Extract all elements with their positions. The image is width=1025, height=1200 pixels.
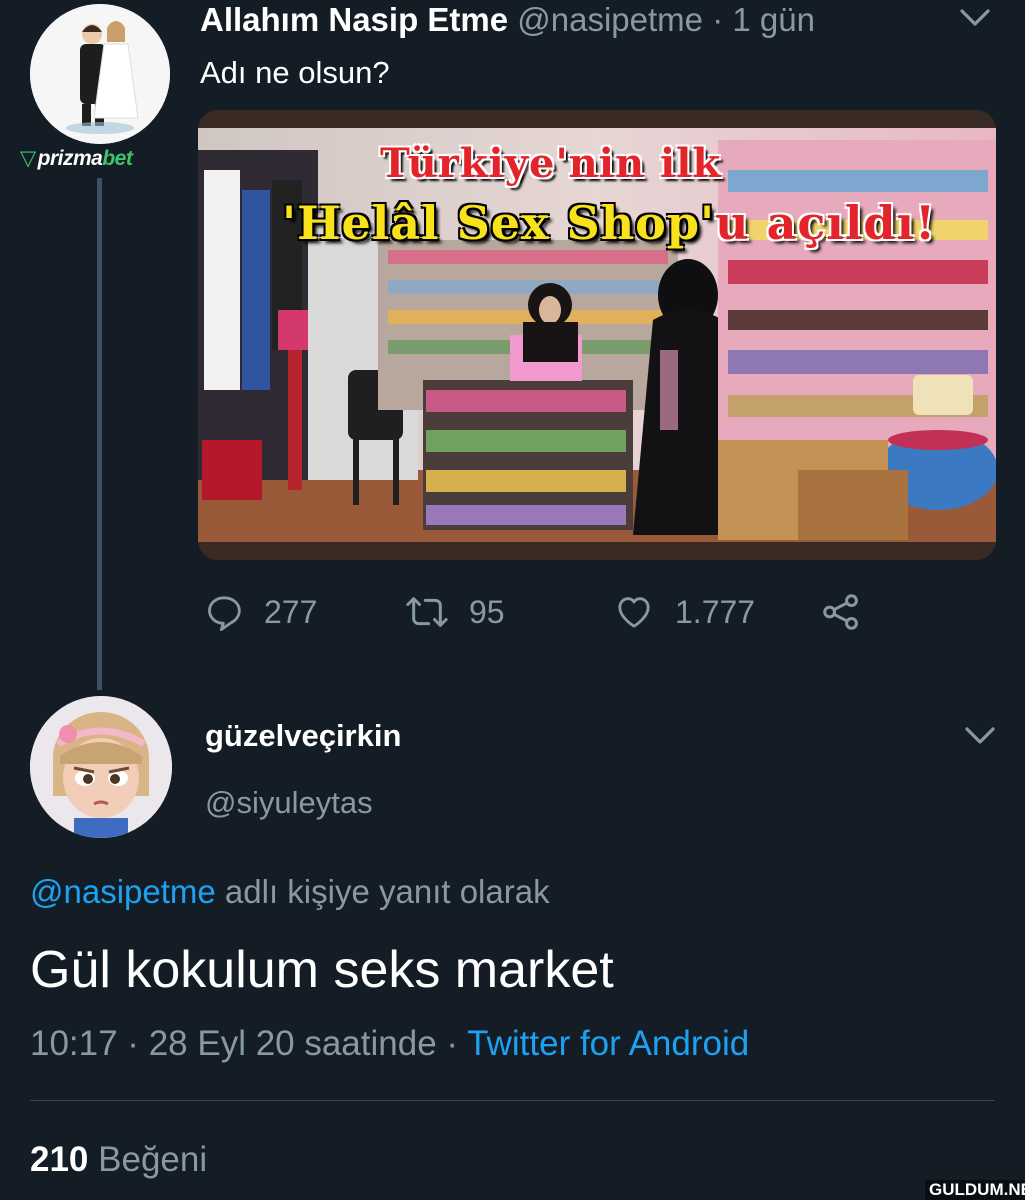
like-button[interactable]: 1.777 xyxy=(613,590,755,634)
chevron-down-icon xyxy=(965,727,995,744)
reply-to-mention-link[interactable]: @nasipetme xyxy=(30,873,216,910)
reply-metadata: 10:17 · 28 Eyl 20 saatinde · Twitter for… xyxy=(30,1024,749,1064)
media-headline-line2-b: u açıldı! xyxy=(715,196,937,250)
logo-triangle-icon: ▽ xyxy=(20,147,36,170)
logo-text-part2: bet xyxy=(102,147,133,170)
reply-icon xyxy=(208,596,241,631)
reply-author-name[interactable]: güzelveçirkin xyxy=(205,718,401,754)
reply-to-suffix: adlı kişiye yanıt olarak xyxy=(215,873,550,910)
tweet-menu-button[interactable] xyxy=(958,6,992,30)
like-count: 1.777 xyxy=(675,593,756,630)
reply-menu-button[interactable] xyxy=(963,724,997,748)
thread-connector-line xyxy=(97,178,102,690)
tweet-header: Allahım Nasip Etme @nasipetme · 1 gün xyxy=(200,0,815,40)
logo-text-part1: prizma xyxy=(37,147,103,170)
retweet-count: 95 xyxy=(469,593,505,630)
reply-likes-count: 210 xyxy=(30,1140,89,1179)
share-button[interactable] xyxy=(820,590,882,634)
reply-author-handle[interactable]: @siyuleytas xyxy=(205,785,373,821)
media-headline-line2: 'Helâl Sex Shop'u açıldı! xyxy=(282,196,936,250)
divider xyxy=(30,1100,995,1101)
retweet-icon xyxy=(406,597,448,627)
retweet-button[interactable]: 95 xyxy=(405,590,505,634)
reply-likes-label: Beğeni xyxy=(88,1140,208,1179)
author-handle[interactable]: @nasipetme xyxy=(517,1,703,38)
reply-button[interactable]: 277 xyxy=(204,590,317,634)
reply-text: Gül kokulum seks market xyxy=(30,941,614,999)
reply-timestamp[interactable]: 10:17 · 28 Eyl 20 saatinde · xyxy=(30,1024,467,1063)
tweet-text: Adı ne olsun? xyxy=(200,55,390,90)
chevron-down-icon xyxy=(960,9,990,26)
reply-count: 277 xyxy=(264,593,318,630)
media-headline-line1: Türkiye'nin ilk xyxy=(380,140,722,187)
prizmabet-watermark: ▽prizmabet xyxy=(20,146,133,171)
author-avatar[interactable] xyxy=(30,4,170,144)
share-icon xyxy=(823,594,858,630)
reply-source-link[interactable]: Twitter for Android xyxy=(467,1024,749,1063)
reply-context: @nasipetme adlı kişiye yanıt olarak xyxy=(30,873,550,911)
tweet-time[interactable]: · 1 gün xyxy=(712,1,815,38)
media-headline-line2-a: 'Helâl Sex Shop' xyxy=(282,196,716,250)
site-watermark: GULDUM.NET xyxy=(925,1180,1025,1200)
author-name[interactable]: Allahım Nasip Etme xyxy=(200,1,508,38)
reply-author-avatar[interactable] xyxy=(30,696,172,838)
reply-likes[interactable]: 210 Beğeni xyxy=(30,1140,207,1180)
like-icon xyxy=(618,597,650,628)
